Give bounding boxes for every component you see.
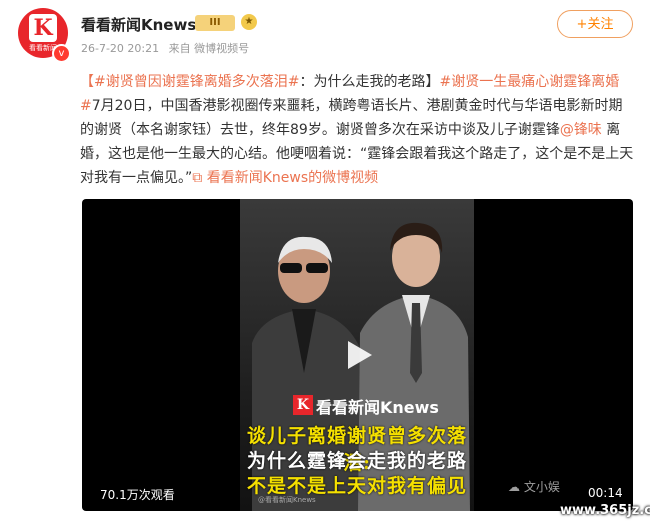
view-count: 70.1万次观看 <box>100 488 175 502</box>
post-body-1: 7月20日，中国香港影视圈传来噩耗，横跨粤语长片、港剧黄金时代与华语电影新时期的… <box>80 98 623 138</box>
video-caption: K 看看新闻Knews 谈儿子离婚谢贤曾多次落泪: 为什么霆锋会走我的老路 不是… <box>240 385 474 511</box>
video-duration: 00:14 <box>588 486 623 500</box>
play-icon[interactable] <box>342 339 374 371</box>
medal-icon: ★ <box>241 14 257 30</box>
wechat-icon: ☁ <box>508 480 520 494</box>
account-name[interactable]: 看看新闻Knews <box>81 14 196 35</box>
follow-button[interactable]: +关注 <box>557 10 633 38</box>
topic-tag-link[interactable]: 【#谢贤曾因谢霆锋离婚多次落泪# <box>80 74 299 90</box>
author-watermark-text: 文小娱 <box>523 480 560 494</box>
caption-line-3: 不是不是上天对我有偏见 <box>246 475 467 497</box>
topic-tag-tail: ：为什么走我的老路】 <box>299 74 440 90</box>
knews-logo-icon: K <box>29 14 57 42</box>
site-url-watermark: www.365jz.com <box>560 503 650 518</box>
post-timestamp[interactable]: 26-7-20 20:21 <box>81 42 159 55</box>
vip-badge: III <box>195 15 235 31</box>
post-text: 【#谢贤曾因谢霆锋离婚多次落泪#：为什么走我的老路】#谢贤一生最痛心谢霆锋离婚#… <box>80 70 635 190</box>
video-player[interactable]: K 看看新闻Knews 谈儿子离婚谢贤曾多次落泪: 为什么霆锋会走我的老路 不是… <box>82 199 633 511</box>
caption-line-2: 为什么霆锋会走我的老路 <box>246 450 467 472</box>
knews-overlay-logo-icon: K <box>293 395 313 415</box>
video-link-icon[interactable]: ⧉ <box>192 170 206 186</box>
post-meta: 26-7-20 20:21 来自 微博视频号 <box>81 40 255 56</box>
video-source-link[interactable]: 看看新闻Knews的微博视频 <box>207 170 378 186</box>
video-watermark: @看看新闻Knews <box>258 496 316 504</box>
post-header: K 看看新闻 v 看看新闻Knews III ★ 26-7-20 20:21 来… <box>0 0 650 70</box>
post-source: 来自 微博视频号 <box>168 42 250 55</box>
mention-link[interactable]: @锋味 <box>560 122 602 138</box>
overlay-brand: 看看新闻Knews <box>316 398 439 417</box>
author-watermark: ☁ 文小娱 <box>508 478 560 495</box>
verified-icon: v <box>52 44 71 63</box>
